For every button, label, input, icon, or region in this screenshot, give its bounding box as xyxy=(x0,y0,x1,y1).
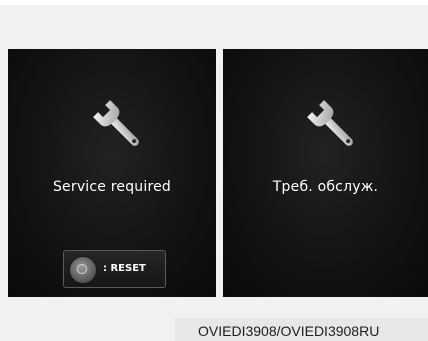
display-panel-russian: Треб. обслуж. xyxy=(223,49,428,297)
wrench-icon xyxy=(307,100,353,146)
wrench-icon xyxy=(93,100,139,146)
service-required-message-ru: Треб. обслуж. xyxy=(272,179,379,195)
figure-caption: OVIEDI3908/OVIEDI3908RU xyxy=(198,323,380,339)
display-panel-english: Service required : RESET xyxy=(8,49,216,297)
reset-knob-icon xyxy=(70,257,96,283)
top-strip xyxy=(0,0,428,5)
reset-label: : RESET xyxy=(103,263,146,274)
service-required-message: Service required xyxy=(52,179,172,195)
reset-button[interactable]: : RESET xyxy=(63,250,166,288)
